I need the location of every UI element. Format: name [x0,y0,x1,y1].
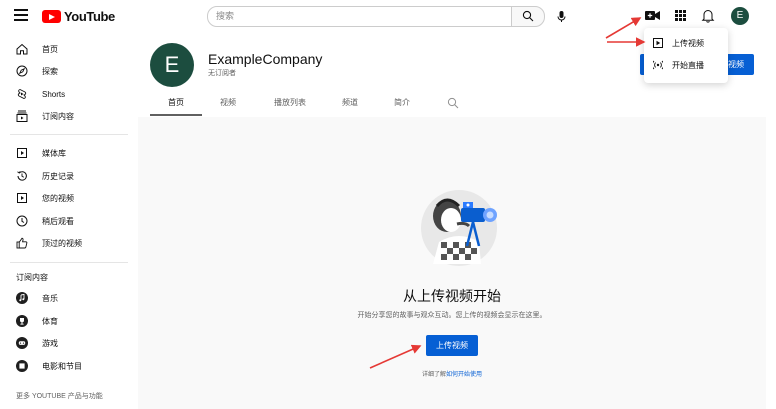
sidebar-footer-heading: 更多 YOUTUBE 产品与功能 [16,393,103,400]
compass-icon [16,65,28,77]
youtube-studio-page: YouTube 搜索 E 上传视频 开始直播 首页 探索 Shorts 订阅内容… [0,0,776,409]
upload-video-menu-item[interactable]: 上传视频 [644,32,728,54]
sidebar-divider [10,262,128,263]
account-avatar[interactable]: E [731,7,749,25]
clock-icon [16,215,28,227]
your-videos-icon [17,193,27,203]
thumbs-up-icon [16,237,28,249]
sidebar-item-home[interactable]: 首页 [0,38,132,60]
sidebar-item-history[interactable]: 历史记录 [0,165,132,187]
film-icon [16,360,28,372]
notifications-bell-icon[interactable] [701,8,715,23]
search-button[interactable] [511,6,545,27]
search-input[interactable]: 搜索 [207,6,512,27]
apps-grid-icon[interactable] [675,10,686,21]
music-icon [16,292,28,304]
sidebar-item-label: 媒体库 [42,148,66,158]
sidebar-item-label: 游戏 [42,338,58,348]
sidebar-subscription-sports[interactable]: 体育 [0,310,132,332]
camera-person-illustration [421,190,497,266]
subscriptions-icon [16,110,28,122]
learn-more-link[interactable]: 如何开始使用 [446,372,482,378]
sidebar-item-label: 电影和节目 [42,361,82,371]
sidebar-item-label: 体育 [42,316,58,326]
sidebar-item-library[interactable]: 媒体库 [0,142,132,164]
subscriptions-heading: 订阅内容 [16,273,48,282]
sidebar-item-label: 稍后观看 [42,216,74,226]
sidebar-item-your-videos[interactable]: 您的视频 [0,187,132,209]
sidebar-item-label: 音乐 [42,293,58,303]
channel-avatar[interactable]: E [150,43,194,87]
tab-channels[interactable]: 频道 [334,93,366,116]
create-video-icon[interactable] [645,10,660,21]
empty-state-description: 开始分享您的故事与观众互动。您上传的视频会显示在这里。 [357,312,547,319]
sidebar-item-shorts[interactable]: Shorts [0,83,132,105]
hamburger-menu-icon[interactable] [14,9,28,23]
sidebar-item-label: 订阅内容 [42,111,74,121]
create-menu: 上传视频 开始直播 [644,28,728,83]
sidebar-item-watch-later[interactable]: 稍后观看 [0,210,132,232]
sidebar: 首页 探索 Shorts 订阅内容 媒体库 历史记录 您的视频 稍后观看 顶过的… [0,32,132,409]
youtube-logo[interactable]: YouTube [42,9,115,24]
voice-search-button[interactable] [553,8,570,25]
sidebar-item-label: 顶过的视频 [42,238,82,248]
sidebar-item-explore[interactable]: 探索 [0,60,132,82]
live-broadcast-icon [653,60,663,70]
upload-video-button[interactable]: 上传视频 [426,335,478,356]
sidebar-subscription-gaming[interactable]: 游戏 [0,332,132,354]
home-icon [16,43,28,55]
tab-about[interactable]: 简介 [386,93,418,116]
menu-item-label: 上传视频 [672,38,704,48]
youtube-logo-icon [42,10,61,23]
sidebar-item-label: 探索 [42,66,58,76]
sidebar-item-label: 首页 [42,44,58,54]
learn-more-prefix: 详细了解 [421,372,446,378]
play-square-icon [653,38,663,48]
sidebar-item-subscriptions[interactable]: 订阅内容 [0,105,132,127]
tab-videos[interactable]: 视频 [212,93,244,116]
sidebar-item-label: 您的视频 [42,193,74,203]
history-icon [17,171,27,181]
sidebar-subscription-music[interactable]: 音乐 [0,287,132,309]
empty-state-title: 从上传视频开始 [403,288,501,304]
sidebar-subscription-movies[interactable]: 电影和节目 [0,355,132,377]
channel-content: 从上传视频开始 开始分享您的故事与观众互动。您上传的视频会显示在这里。 上传视频… [138,117,766,409]
sidebar-divider [10,134,128,135]
learn-more-text: 详细了解如何开始使用 [138,369,766,378]
go-live-menu-item[interactable]: 开始直播 [644,54,728,76]
shorts-icon [17,89,27,99]
gamepad-icon [16,337,28,349]
channel-search-icon[interactable] [447,97,459,109]
search-icon [522,10,534,22]
channel-name: ExampleCompany [208,51,323,67]
tab-home[interactable]: 首页 [150,93,202,116]
subscriber-count: 无订阅者 [208,70,236,77]
tab-playlists[interactable]: 播放列表 [266,93,314,116]
sidebar-item-label: Shorts [42,89,66,99]
logo-text: YouTube [64,9,115,24]
sidebar-item-label: 历史记录 [42,171,74,181]
menu-item-label: 开始直播 [672,60,704,70]
library-icon [17,148,27,158]
trophy-icon [16,315,28,327]
microphone-icon [557,11,566,22]
sidebar-item-liked-videos[interactable]: 顶过的视频 [0,232,132,254]
